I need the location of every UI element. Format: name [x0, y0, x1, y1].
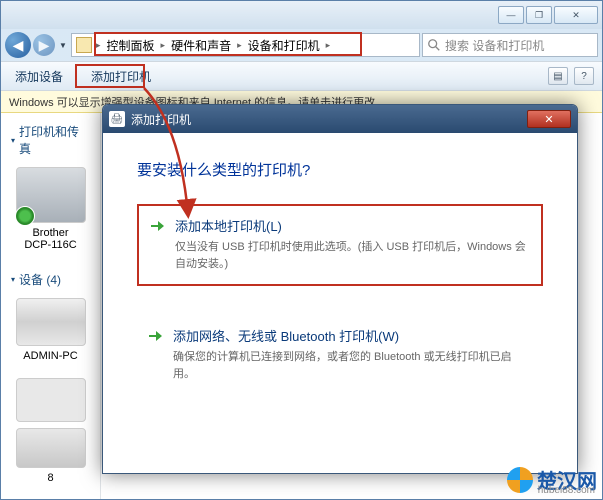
dialog-heading: 要安装什么类型的打印机?	[137, 159, 543, 180]
minimize-button[interactable]: —	[498, 6, 524, 24]
breadcrumb-item[interactable]: 设备和打印机	[246, 37, 322, 54]
view-options-button[interactable]: ▤	[548, 67, 568, 85]
section-devices-header[interactable]: ▾ 设备 (4)	[1, 267, 100, 292]
computer-item[interactable]: ADMIN-PC	[1, 292, 100, 372]
section-label: 打印机和传真	[19, 123, 90, 157]
dialog-titlebar: 🖨 添加打印机 ✕	[103, 105, 577, 133]
arrow-right-icon	[149, 218, 165, 234]
option-add-network-printer[interactable]: 添加网络、无线或 Bluetooth 打印机(W) 确保您的计算机已连接到网络，…	[137, 316, 543, 394]
close-button[interactable]: ✕	[554, 6, 598, 24]
search-placeholder: 搜索 设备和打印机	[445, 37, 544, 54]
chevron-down-icon: ▾	[11, 136, 15, 145]
navigation-bar: ◀ ▶ ▼ ▸ 控制面板 ▸ 硬件和声音 ▸ 设备和打印机 ▸ 搜索 设备和打印…	[1, 29, 602, 61]
camera-icon	[16, 428, 86, 468]
help-button[interactable]: ?	[574, 67, 594, 85]
device-label: Brother	[5, 227, 96, 239]
option-title: 添加本地打印机(L)	[175, 216, 527, 235]
watermark-subtext: hubei88.com	[538, 485, 595, 496]
chevron-right-icon: ▸	[326, 40, 331, 51]
camera-item[interactable]: 8	[1, 428, 100, 494]
add-device-button[interactable]: 添加设备	[9, 64, 69, 89]
chevron-right-icon: ▸	[237, 40, 242, 51]
breadcrumb-item[interactable]: 控制面板	[105, 37, 157, 54]
dialog-title: 添加打印机	[131, 111, 191, 128]
option-title: 添加网络、无线或 Bluetooth 打印机(W)	[173, 326, 529, 345]
maximize-button[interactable]: ❐	[526, 6, 552, 24]
printer-item[interactable]: Brother DCP-116C	[1, 161, 100, 261]
printer-icon	[16, 167, 86, 223]
search-input[interactable]: 搜索 设备和打印机	[422, 33, 598, 57]
breadcrumb-item[interactable]: 硬件和声音	[169, 37, 233, 54]
chevron-right-icon: ▸	[96, 40, 101, 51]
forward-button[interactable]: ▶	[33, 34, 55, 56]
dialog-close-button[interactable]: ✕	[527, 110, 571, 128]
printer-icon: 🖨	[109, 111, 125, 127]
add-printer-button[interactable]: 添加打印机	[85, 64, 157, 89]
device-label: ADMIN-PC	[5, 350, 96, 362]
hard-drive-icon	[16, 298, 86, 346]
arrow-right-icon	[147, 328, 163, 344]
back-button[interactable]: ◀	[5, 32, 31, 58]
nav-history-dropdown[interactable]: ▼	[57, 34, 69, 56]
search-icon	[427, 38, 441, 52]
dialog-body: 要安装什么类型的打印机? 添加本地打印机(L) 仅当没有 USB 打印机时使用此…	[103, 133, 577, 473]
option-description: 仅当没有 USB 打印机时使用此选项。(插入 USB 打印机后，Windows …	[175, 239, 527, 272]
device-icon	[16, 378, 86, 422]
breadcrumb[interactable]: ▸ 控制面板 ▸ 硬件和声音 ▸ 设备和打印机 ▸	[71, 33, 420, 57]
chevron-right-icon: ▸	[161, 40, 166, 51]
section-label: 设备 (4)	[19, 271, 61, 288]
device-label: DCP-116C	[5, 239, 96, 251]
option-description: 确保您的计算机已连接到网络，或者您的 Bluetooth 或无线打印机已启用。	[173, 349, 529, 382]
window-titlebar: — ❐ ✕	[1, 1, 602, 29]
watermark-logo-icon	[507, 467, 533, 493]
chevron-down-icon: ▾	[11, 275, 15, 284]
watermark: 楚汉网 hubei88.com	[507, 465, 597, 494]
toolbar-right: ▤ ?	[548, 67, 594, 85]
add-printer-dialog: 🖨 添加打印机 ✕ 要安装什么类型的打印机? 添加本地打印机(L) 仅当没有 U…	[102, 104, 578, 474]
command-bar: 添加设备 添加打印机 ▤ ?	[1, 61, 602, 91]
device-item[interactable]	[1, 372, 100, 428]
device-label: 8	[5, 472, 96, 484]
section-printers-header[interactable]: ▾ 打印机和传真	[1, 119, 100, 161]
device-list: ▾ 打印机和传真 Brother DCP-116C ▾ 设备 (4) ADMIN…	[1, 113, 101, 499]
option-add-local-printer[interactable]: 添加本地打印机(L) 仅当没有 USB 打印机时使用此选项。(插入 USB 打印…	[137, 204, 543, 286]
